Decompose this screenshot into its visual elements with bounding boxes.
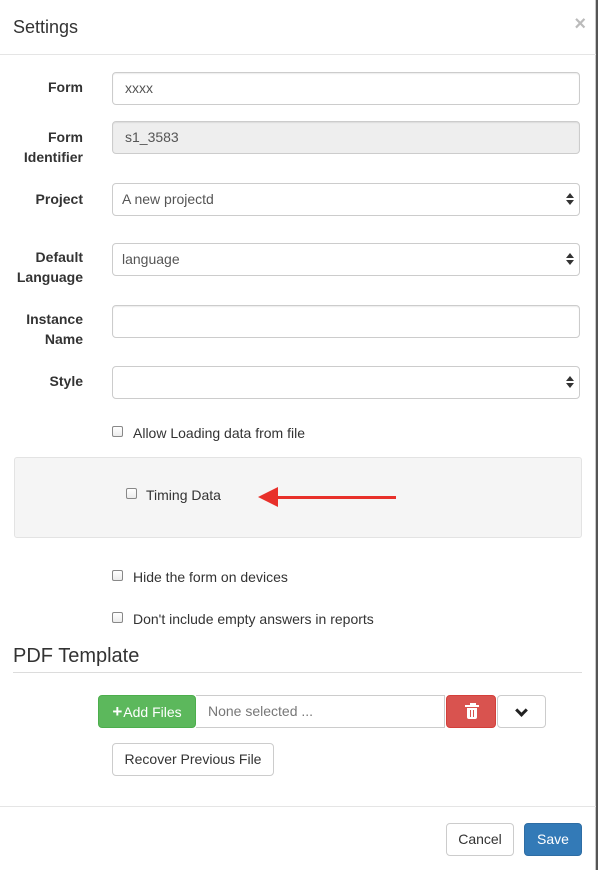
select-arrows-icon (566, 374, 574, 390)
default-language-label: Default Language (0, 247, 83, 287)
pdf-template-heading: PDF Template (13, 645, 140, 667)
annotation-arrow-line (275, 496, 396, 499)
save-button[interactable]: Save (524, 823, 582, 856)
settings-dialog: Settings × Form xxxx Form Identifier s1_… (0, 0, 596, 870)
allow-loading-label: Allow Loading data from file (133, 425, 305, 441)
form-name-input[interactable]: xxxx (112, 72, 580, 105)
form-identifier-field: s1_3583 (112, 121, 580, 154)
default-language-select-value: language (122, 251, 180, 267)
dialog-header: Settings × (0, 0, 596, 55)
cancel-button[interactable]: Cancel (446, 823, 514, 856)
form-identifier-label-line2: Identifier (23, 149, 83, 165)
add-files-button[interactable]: +Add Files (98, 695, 196, 728)
delete-file-button[interactable] (446, 695, 496, 728)
trash-icon (465, 703, 479, 719)
chevron-down-icon (515, 704, 528, 717)
project-select-value: A new projectd (122, 191, 214, 207)
timing-data-label: Timing Data (146, 487, 221, 503)
style-select[interactable] (112, 366, 580, 399)
instance-name-label: Instance Name (0, 309, 83, 349)
form-identifier-label-line1: Form (48, 129, 83, 145)
form-label: Form (48, 79, 83, 95)
add-files-label: Add Files (123, 704, 182, 720)
instance-name-label-line1: Instance (26, 311, 83, 327)
allow-loading-checkbox[interactable] (112, 426, 123, 437)
project-label: Project (35, 191, 83, 207)
recover-previous-file-button[interactable]: Recover Previous File (112, 743, 274, 776)
section-divider (13, 672, 582, 673)
close-icon[interactable]: × (574, 14, 586, 34)
style-label: Style (49, 373, 83, 389)
project-select[interactable]: A new projectd (112, 183, 580, 216)
selected-file-field: None selected ... (196, 695, 445, 728)
dialog-title: Settings (13, 17, 79, 37)
file-options-dropdown-button[interactable] (497, 695, 546, 728)
instance-name-label-line2: Name (44, 331, 83, 347)
no-empty-answers-label: Don't include empty answers in reports (133, 611, 374, 627)
select-arrows-icon (566, 251, 574, 267)
hide-form-checkbox[interactable] (112, 570, 123, 581)
default-language-label-line1: Default (35, 249, 83, 265)
timing-data-checkbox[interactable] (126, 488, 137, 499)
plus-icon: + (112, 702, 123, 721)
hide-form-label: Hide the form on devices (133, 569, 288, 585)
form-identifier-label: Form Identifier (0, 127, 83, 167)
instance-name-input[interactable] (112, 305, 580, 338)
no-empty-answers-checkbox[interactable] (112, 612, 123, 623)
default-language-label-line2: Language (16, 269, 83, 285)
select-arrows-icon (566, 191, 574, 207)
default-language-select[interactable]: language (112, 243, 580, 276)
